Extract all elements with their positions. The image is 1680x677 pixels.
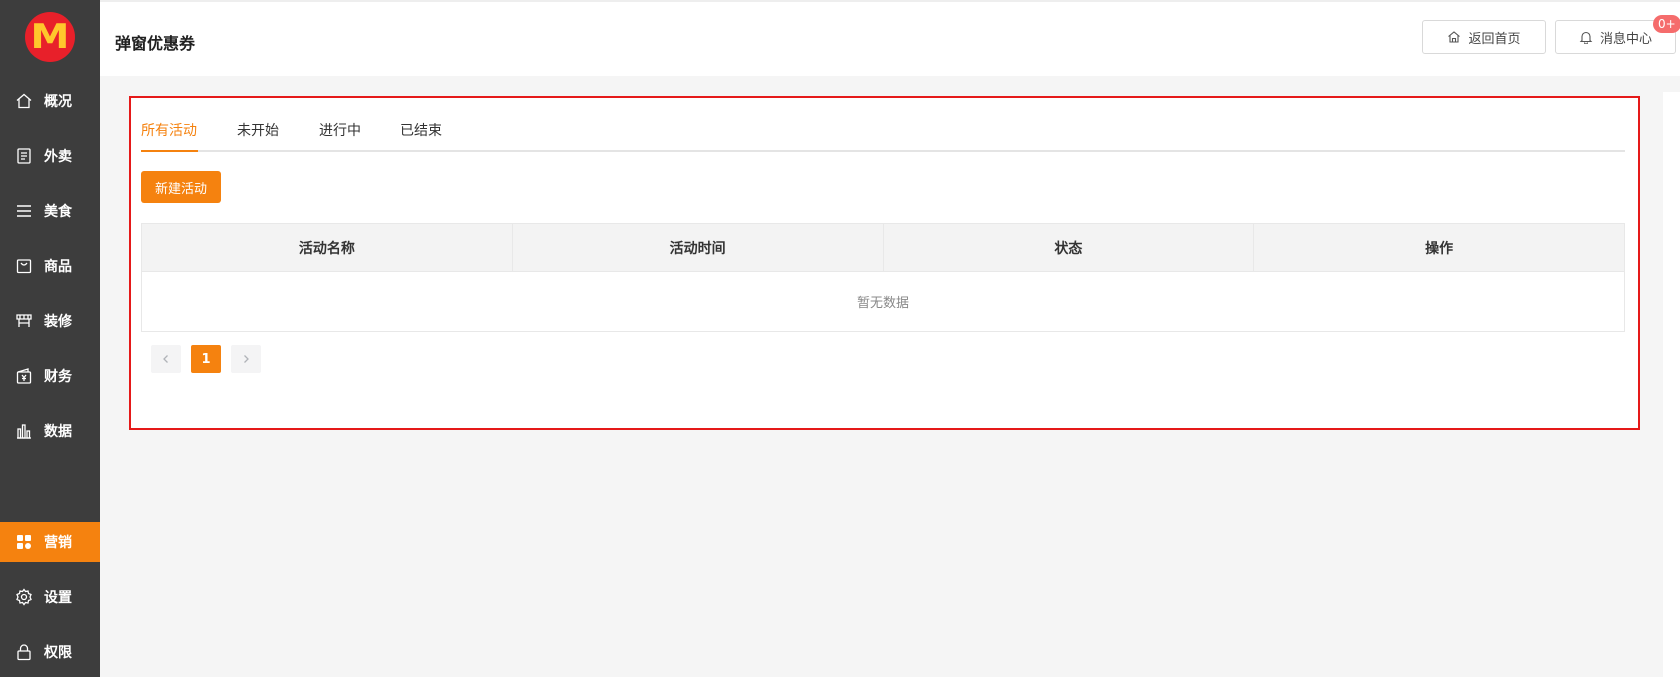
- bell-icon: [1579, 31, 1593, 44]
- column-header-time: 活动时间: [513, 224, 884, 271]
- sidebar-item-takeout[interactable]: 外卖: [0, 136, 100, 176]
- sidebar-item-label: 营销: [44, 535, 72, 551]
- document-icon: [14, 146, 34, 166]
- wallet-icon: [14, 366, 34, 386]
- tab-ended[interactable]: 已结束: [400, 120, 442, 152]
- activity-panel: 所有活动 未开始 进行中 已结束 新建活动 活动名称 活动时间 状态 操作 暂无…: [129, 96, 1640, 430]
- sidebar-item-decoration[interactable]: 装修: [0, 301, 100, 341]
- column-header-name: 活动名称: [142, 224, 513, 271]
- chevron-left-icon: [163, 355, 168, 363]
- pagination: 1: [151, 345, 271, 373]
- sidebar-item-overview[interactable]: 概况: [0, 81, 100, 121]
- sidebar-item-label: 设置: [44, 590, 72, 606]
- next-page-button[interactable]: [231, 345, 261, 373]
- sidebar-item-settings[interactable]: 设置: [0, 577, 100, 617]
- storefront-icon: [14, 311, 34, 331]
- sidebar-item-label: 美食: [44, 204, 72, 220]
- sidebar-item-food[interactable]: 美食: [0, 191, 100, 231]
- sidebar-item-label: 装修: [44, 314, 72, 330]
- new-activity-button[interactable]: 新建活动: [141, 171, 221, 203]
- sidebar-item-label: 商品: [44, 259, 72, 275]
- sidebar-item-products[interactable]: 商品: [0, 246, 100, 286]
- back-home-button[interactable]: 返回首页: [1422, 20, 1546, 54]
- sidebar-item-label: 数据: [44, 424, 72, 440]
- tab-not-started[interactable]: 未开始: [237, 120, 279, 152]
- logo-letter: M: [30, 17, 70, 57]
- sidebar-item-label: 财务: [44, 369, 72, 385]
- sidebar: M 概况 外卖 美食 商品 装修 财务 数据 营销 设置 权限: [0, 0, 100, 677]
- sidebar-item-label: 外卖: [44, 149, 72, 165]
- list-icon: [14, 201, 34, 221]
- back-home-label: 返回首页: [1468, 31, 1521, 47]
- top-header: 弹窗优惠券 返回首页 消息中心 0+: [100, 0, 1680, 76]
- tab-in-progress[interactable]: 进行中: [319, 120, 361, 152]
- sidebar-item-permissions[interactable]: 权限: [0, 632, 100, 672]
- bar-chart-icon: [14, 421, 34, 441]
- sidebar-item-marketing[interactable]: 营销: [0, 522, 100, 562]
- message-center-label: 消息中心: [1599, 31, 1652, 47]
- column-header-status: 状态: [884, 224, 1255, 271]
- page-title: 弹窗优惠券: [115, 34, 196, 53]
- message-count-badge: 0+: [1653, 15, 1680, 33]
- lock-icon: [14, 642, 34, 662]
- sidebar-item-label: 概况: [44, 94, 72, 110]
- home-icon: [14, 91, 34, 111]
- sidebar-item-finance[interactable]: 财务: [0, 356, 100, 396]
- prev-page-button[interactable]: [151, 345, 181, 373]
- sidebar-item-label: 权限: [44, 645, 72, 661]
- gear-icon: [14, 587, 34, 607]
- chevron-right-icon: [244, 355, 249, 363]
- home-icon: [1448, 31, 1461, 43]
- apps-icon: [14, 532, 34, 552]
- column-header-actions: 操作: [1425, 240, 1454, 257]
- empty-state-text: 暂无数据: [856, 296, 909, 311]
- right-side-panel: [1663, 92, 1680, 677]
- tab-all-activities[interactable]: 所有活动: [141, 120, 198, 152]
- table-header: 活动名称 活动时间 状态 操作: [142, 224, 1624, 272]
- bag-icon: [14, 256, 34, 276]
- brand-logo[interactable]: M: [25, 12, 75, 62]
- sidebar-item-data[interactable]: 数据: [0, 411, 100, 451]
- activity-table: 活动名称 活动时间 状态 操作 暂无数据: [141, 223, 1625, 332]
- activity-tabs: 所有活动 未开始 进行中 已结束: [141, 120, 1625, 152]
- page-number-current[interactable]: 1: [191, 345, 221, 373]
